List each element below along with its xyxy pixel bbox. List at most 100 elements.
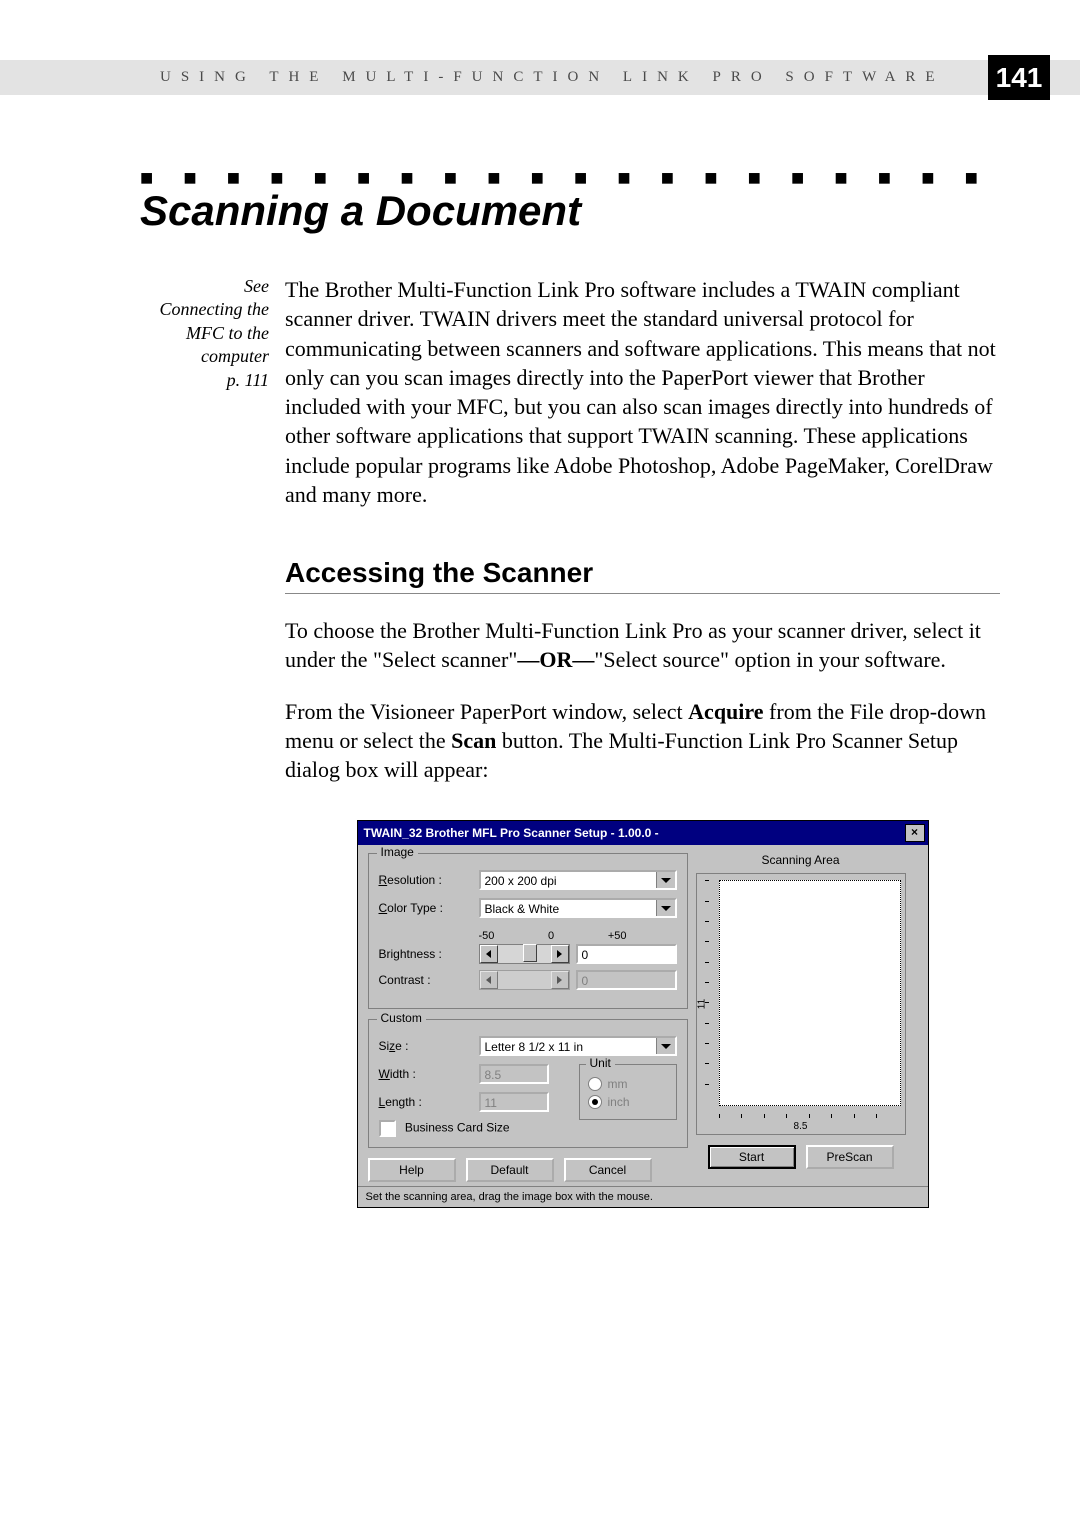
dropdown-button-icon[interactable] (656, 1038, 675, 1054)
scanner-setup-dialog: TWAIN_32 Brother MFL Pro Scanner Setup -… (357, 820, 929, 1208)
slider-track (498, 971, 551, 989)
chevron-down-icon (661, 906, 671, 911)
slider-thumb[interactable] (523, 944, 537, 962)
paragraph-acquire-scan: From the Visioneer PaperPort window, sel… (285, 697, 1000, 785)
heading-scanning-a-document: Scanning a Document (140, 187, 1000, 235)
custom-group: Custom Size : Letter 8 1/2 x 11 in (368, 1019, 688, 1148)
brightness-row: Brightness : 0 (379, 944, 677, 964)
resolution-row: Resolution : 200 x 200 dpi (379, 870, 677, 890)
preview-selection[interactable] (719, 880, 901, 1106)
dialog-titlebar[interactable]: TWAIN_32 Brother MFL Pro Scanner Setup -… (358, 821, 928, 845)
margin-note-line: computer (201, 346, 269, 366)
colortype-row: Color Type : Black & White (379, 898, 677, 918)
chevron-down-icon (661, 878, 671, 883)
left-button-row: Help Default Cancel (368, 1158, 688, 1182)
slider-track[interactable] (498, 945, 551, 963)
page-content: ■ ■ ■ ■ ■ ■ ■ ■ ■ ■ ■ ■ ■ ■ ■ ■ ■ ■ ■ ■ … (0, 95, 1080, 1208)
or-separator: —OR— (517, 647, 594, 672)
arrow-right-icon (557, 976, 562, 984)
width-row: Width : 8.5 (379, 1064, 571, 1084)
brightness-slider[interactable] (479, 944, 570, 964)
intro-paragraph: The Brother Multi-Function Link Pro soft… (285, 275, 1000, 509)
dialog-right-column: Scanning Area 11 8 (696, 853, 906, 1182)
running-head-bar: USING THE MULTI-FUNCTION LINK PRO SOFTWA… (0, 60, 1080, 95)
width-length-unit-row: Width : 8.5 Length : 11 Unit (379, 1064, 677, 1120)
resolution-label: Resolution : (379, 873, 479, 887)
para-text: From the Visioneer PaperPort window, sel… (285, 699, 688, 724)
dropdown-button-icon[interactable] (656, 872, 675, 888)
brightness-value-input[interactable]: 0 (576, 944, 677, 964)
radio-icon (588, 1095, 602, 1109)
close-icon[interactable]: × (905, 824, 925, 842)
brightness-label: Brightness : (379, 947, 479, 961)
tick-minus50: -50 (479, 930, 495, 942)
heading-accessing-the-scanner: Accessing the Scanner (285, 557, 1000, 594)
length-input: 11 (479, 1092, 549, 1112)
right-button-row: Start PreScan (696, 1145, 906, 1169)
dialog-body: Image Resolution : 200 x 200 dpi Color T… (358, 845, 928, 1186)
preview-area[interactable]: 11 8.5 (696, 873, 906, 1135)
width-input: 8.5 (479, 1064, 549, 1084)
radio-icon (588, 1077, 602, 1091)
paragraph-select-scanner: To choose the Brother Multi-Function Lin… (285, 616, 1000, 675)
status-bar: Set the scanning area, drag the image bo… (358, 1186, 928, 1207)
unit-inch-label: inch (608, 1095, 630, 1109)
slider-right-icon[interactable] (551, 945, 569, 963)
width-label: Width : (379, 1067, 479, 1081)
page-header: USING THE MULTI-FUNCTION LINK PRO SOFTWA… (0, 0, 1080, 95)
margin-note-line: Connecting the (160, 299, 269, 319)
slider-left-icon[interactable] (480, 945, 498, 963)
size-row: Size : Letter 8 1/2 x 11 in (379, 1036, 677, 1056)
tick-plus50: +50 (608, 930, 627, 942)
unit-group: Unit mm inch (579, 1064, 677, 1120)
unit-group-title: Unit (586, 1056, 615, 1070)
cancel-button[interactable]: Cancel (564, 1158, 652, 1182)
margin-note-line: MFC to the (186, 323, 269, 343)
unit-inch-radio-row: inch (588, 1095, 668, 1109)
contrast-slider (479, 970, 570, 990)
colortype-value: Black & White (485, 902, 560, 916)
length-label: Length : (379, 1095, 479, 1109)
image-group: Image Resolution : 200 x 200 dpi Color T… (368, 853, 688, 1009)
scanning-area-label: Scanning Area (696, 853, 906, 867)
horizontal-ruler-label: 8.5 (794, 1121, 808, 1132)
acquire-keyword: Acquire (688, 699, 763, 724)
colortype-dropdown[interactable]: Black & White (479, 898, 677, 918)
image-group-title: Image (377, 845, 418, 859)
contrast-row: Contrast : 0 (379, 970, 677, 990)
size-value: Letter 8 1/2 x 11 in (485, 1040, 584, 1054)
chevron-down-icon (661, 1044, 671, 1049)
margin-note-line: p. 111 (227, 370, 269, 390)
checkbox-icon[interactable] (379, 1120, 396, 1137)
margin-note: See Connecting the MFC to the computer p… (140, 275, 285, 392)
size-label: Size : (379, 1039, 479, 1053)
scan-keyword: Scan (451, 728, 496, 753)
preview-canvas[interactable] (719, 880, 899, 1104)
business-card-label: Business Card Size (405, 1121, 510, 1135)
custom-group-title: Custom (377, 1011, 426, 1025)
arrow-left-icon (486, 950, 491, 958)
colortype-label: Color Type : (379, 901, 479, 915)
unit-mm-radio-row: mm (588, 1077, 668, 1091)
dialog-title-text: TWAIN_32 Brother MFL Pro Scanner Setup -… (364, 826, 659, 840)
contrast-value-input: 0 (576, 970, 677, 990)
slider-section: -50 0 +50 Brightness : (379, 926, 677, 998)
dropdown-button-icon[interactable] (656, 900, 675, 916)
help-button[interactable]: Help (368, 1158, 456, 1182)
default-button[interactable]: Default (466, 1158, 554, 1182)
slider-right-icon (551, 971, 569, 989)
para-text: "Select source" option in your software. (594, 647, 946, 672)
prescan-button[interactable]: PreScan (806, 1145, 894, 1169)
contrast-label: Contrast : (379, 973, 479, 987)
horizontal-ruler (719, 1108, 899, 1118)
resolution-dropdown[interactable]: 200 x 200 dpi (479, 870, 677, 890)
vertical-ruler-label: 11 (696, 999, 707, 1009)
size-dropdown[interactable]: Letter 8 1/2 x 11 in (479, 1036, 677, 1056)
slider-left-icon (480, 971, 498, 989)
tick-zero: 0 (548, 930, 554, 942)
slider-tick-labels: -50 0 +50 (479, 930, 627, 942)
arrow-right-icon (557, 950, 562, 958)
start-button[interactable]: Start (708, 1145, 796, 1169)
length-row: Length : 11 (379, 1092, 571, 1112)
unit-mm-label: mm (608, 1077, 628, 1091)
